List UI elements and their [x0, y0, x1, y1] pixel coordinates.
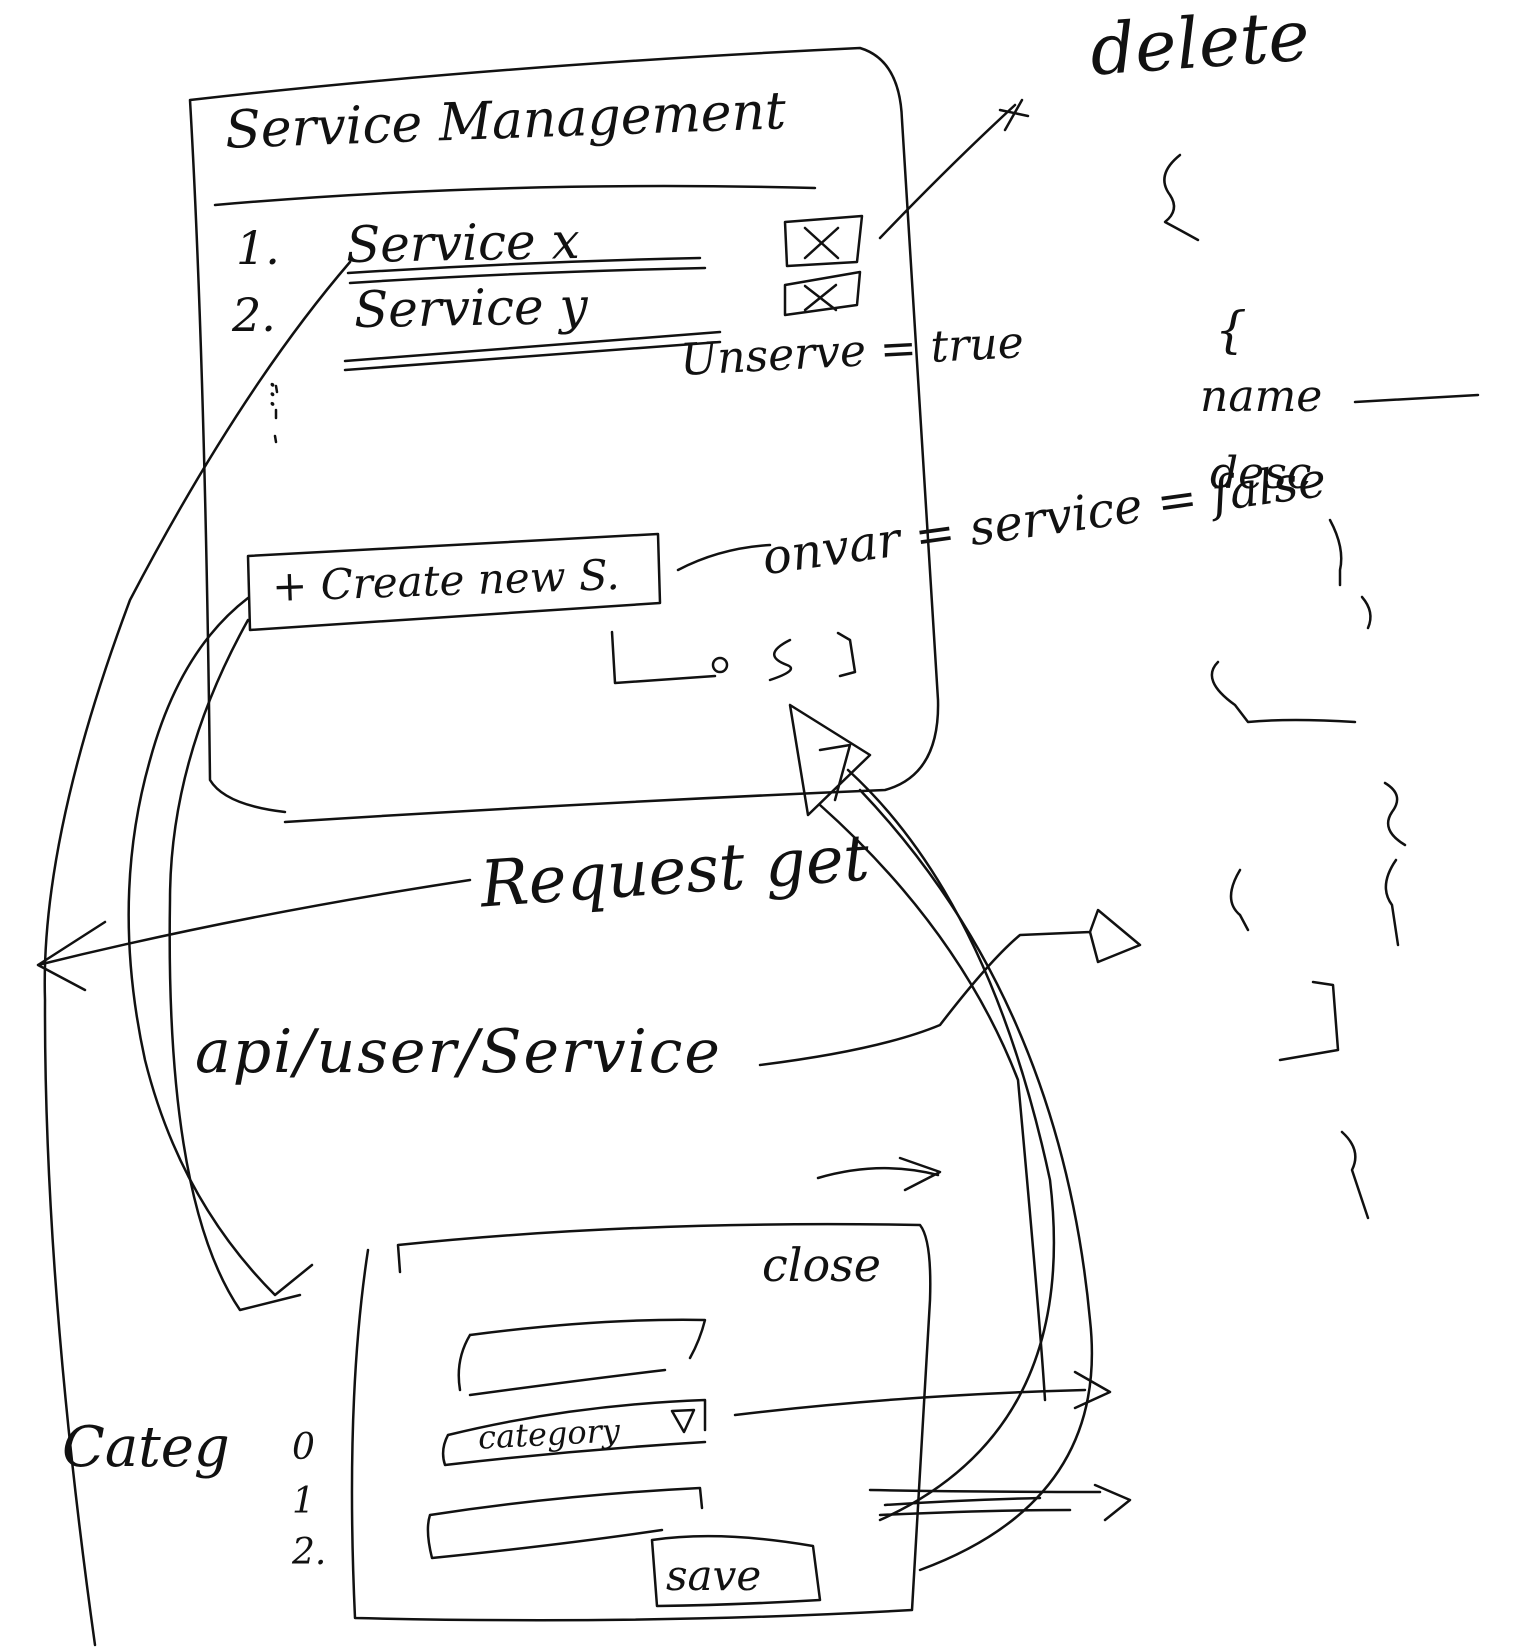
save-button-label[interactable]: save: [666, 1555, 761, 1597]
service-json-tail-1: [1210, 660, 1357, 724]
service-json-brace-2: [1328, 518, 1343, 587]
endpoint-arrow: [758, 908, 1142, 1067]
service-json-tail-2: [1383, 781, 1407, 847]
desc-field-label: desc: [1210, 448, 1312, 499]
modal-link-line-2: [127, 596, 314, 1297]
response-curve-2: [858, 788, 1094, 1572]
service-json-bracket: [1278, 980, 1340, 1062]
callback-node: [711, 656, 729, 674]
whiteboard-canvas: Service Management 1. Service x 2. Servi…: [0, 0, 1536, 1648]
category-select-label[interactable]: category: [477, 1411, 621, 1456]
description-input[interactable]: [426, 1486, 704, 1560]
endpoint-label: api/user/Service: [195, 1017, 722, 1087]
category-option: 0: [292, 1427, 315, 1468]
list-item[interactable]: Service y: [354, 277, 589, 339]
more-items-indicator: ...: [263, 380, 298, 409]
create-button-label[interactable]: + Create new S.: [271, 550, 620, 611]
name-field-label: name: [1200, 371, 1323, 422]
delete-annotation: delete: [1087, 0, 1313, 92]
service-json-brace-3: [1360, 595, 1372, 630]
list-item-number: 1.: [236, 221, 280, 275]
empty-array-brackets: [768, 631, 857, 682]
service-json-tail-5: [1340, 1130, 1370, 1220]
service-json-brace: [1163, 153, 1200, 242]
send-arrow: [816, 1156, 942, 1192]
select-caret: [670, 1408, 696, 1434]
title-divider: [213, 184, 817, 207]
modal-link-line-3: [168, 618, 302, 1312]
service-management-panel: [188, 46, 940, 824]
name-field-line: [1353, 393, 1480, 404]
category-option: 1: [292, 1481, 315, 1522]
up-arrow: [788, 703, 872, 817]
list-item[interactable]: Service x: [346, 212, 581, 274]
sketch-strokes: [36, 46, 1480, 1647]
callback-bracket: [610, 630, 717, 685]
name-input[interactable]: [457, 1318, 707, 1397]
request-arrow: [36, 878, 472, 992]
delete-icon[interactable]: [783, 270, 862, 317]
json-open-brace: {: [1215, 301, 1247, 359]
close-button[interactable]: close: [762, 1242, 881, 1288]
unserve-arrow: [676, 543, 772, 572]
category-note-label: Categ: [62, 1415, 230, 1480]
service-json-tail-3: [1384, 858, 1400, 947]
delete-icon[interactable]: [783, 214, 864, 268]
list-item-number: 2.: [232, 288, 276, 342]
category-option: 2.: [292, 1532, 327, 1573]
service-json-tail-4: [1229, 868, 1250, 932]
